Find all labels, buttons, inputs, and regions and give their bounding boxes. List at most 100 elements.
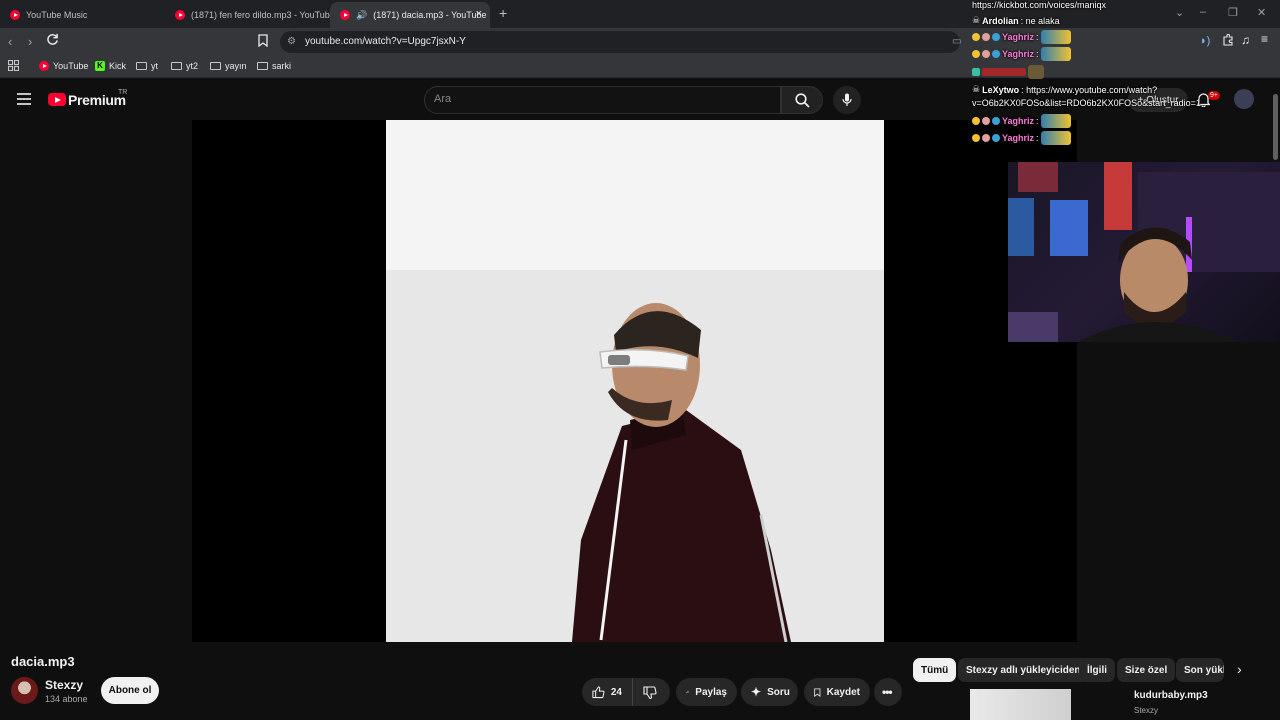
folder-icon	[136, 62, 147, 70]
like-button[interactable]: 24	[582, 678, 632, 706]
cast-icon[interactable]: ▭	[952, 36, 961, 47]
bookmark-folder-yt[interactable]: yt	[136, 61, 158, 71]
badge-icon	[972, 134, 980, 142]
chat-message: ☠ LeXytwo : https://www.youtube.com/watc…	[972, 84, 1157, 95]
redacted-nick	[982, 68, 1026, 76]
bookmark-label: yayın	[225, 61, 247, 71]
bookmark-folder-sarki[interactable]: sarki	[257, 61, 291, 71]
chat-message: Yaghriz :	[972, 114, 1071, 128]
speaker-icon: 🔊	[356, 9, 368, 20]
more-actions-button[interactable]: •••	[874, 678, 902, 706]
guide-menu-icon[interactable]	[17, 93, 31, 105]
more-icon: •••	[882, 685, 893, 699]
chat-text: :	[1036, 32, 1039, 42]
bookmark-label: yt2	[186, 61, 199, 71]
new-tab-button[interactable]: +	[499, 5, 507, 21]
chat-text: v=O6b2KX0FOSo&list=RDO6b2KX0FOSo&start_r…	[972, 98, 1201, 108]
chat-text: :	[1036, 116, 1039, 126]
subscribe-button[interactable]: Abone ol	[101, 677, 159, 704]
chat-message: Yaghriz :	[972, 131, 1071, 145]
media-control-icon[interactable]: ♫	[1241, 33, 1250, 47]
chat-message	[972, 65, 1044, 79]
search-icon	[795, 93, 810, 108]
badge-icon	[982, 117, 990, 125]
bookmark-label: sarki	[272, 61, 292, 71]
badge-icon	[992, 33, 1000, 41]
recommended-video-channel: Stexzy	[1134, 706, 1159, 715]
like-count: 24	[610, 686, 622, 698]
emote-icon	[1040, 30, 1071, 44]
badge-icon	[982, 33, 990, 41]
search-input[interactable]	[424, 86, 781, 114]
badge-icon	[992, 50, 1000, 58]
scrollbar-thumb[interactable]	[1273, 94, 1278, 160]
ask-button[interactable]: ✦ Soru	[741, 678, 798, 706]
chat-text: : https://www.youtube.com/watch?	[1021, 84, 1158, 95]
folder-icon	[210, 62, 221, 70]
bookmark-kick[interactable]: K Kick	[95, 61, 126, 71]
chat-nick: LeXytwo	[982, 84, 1020, 95]
chip-from-uploader[interactable]: Stexzy adlı yükleyiciden	[958, 658, 1089, 682]
chat-nick: Yaghriz	[1002, 133, 1035, 143]
chat-nick: Yaghriz	[1002, 116, 1035, 126]
chat-text: https://kickbot.com/voices/maniqx	[972, 0, 1107, 10]
chat-nick: Ardolian	[982, 15, 1019, 26]
badge-icon	[972, 117, 980, 125]
bookmark-folder-yt2[interactable]: yt2	[171, 61, 198, 71]
reload-icon[interactable]	[46, 33, 59, 46]
channel-avatar[interactable]	[11, 677, 38, 704]
apps-grid-icon[interactable]	[8, 60, 19, 71]
video-title: dacia.mp3	[11, 654, 75, 669]
search-button[interactable]	[781, 86, 823, 114]
chat-nick: Yaghriz	[1002, 49, 1035, 59]
account-avatar[interactable]	[1234, 89, 1254, 109]
like-icon	[592, 685, 605, 698]
recommended-video-thumbnail[interactable]	[970, 689, 1071, 720]
emote-icon	[1040, 47, 1071, 61]
save-button[interactable]: Kaydet	[804, 678, 870, 706]
youtube-music-icon	[10, 10, 20, 20]
chat-text: :	[1036, 133, 1039, 143]
bookmark-youtube[interactable]: YouTube	[39, 61, 88, 71]
close-window-icon[interactable]: ✕	[1257, 6, 1266, 19]
youtube-icon	[340, 10, 350, 20]
voice-search-button[interactable]	[833, 86, 861, 114]
bookmark-label: Kick	[109, 61, 127, 71]
subscriber-count: 134 abone	[45, 694, 88, 704]
chips-next-icon[interactable]: ›	[1237, 661, 1242, 677]
chat-message: https://kickbot.com/voices/maniqx	[972, 0, 1106, 10]
video-artwork[interactable]	[386, 120, 884, 642]
webcam-feed-image	[1008, 162, 1280, 342]
bookmark-icon[interactable]	[258, 34, 268, 47]
tab-dacia[interactable]: 🔊 (1871) dacia.mp3 - YouTube ×	[330, 2, 490, 28]
tab-youtube-music[interactable]: YouTube Music	[0, 2, 165, 28]
recommended-video-title[interactable]: kudurbaby.mp3	[1134, 690, 1208, 701]
chat-text: : ne alaka	[1020, 15, 1060, 26]
chat-text: :	[1036, 49, 1039, 59]
dislike-button[interactable]	[632, 678, 670, 706]
save-icon	[814, 687, 821, 697]
chip-for-you[interactable]: Size özel	[1117, 658, 1176, 682]
dislike-icon	[643, 685, 657, 699]
chip-related[interactable]: İlgili	[1079, 658, 1115, 682]
url-text[interactable]: youtube.com/watch?v=Upgc7jsxN-Y	[305, 36, 466, 47]
folder-icon	[257, 62, 268, 70]
youtube-logo-icon[interactable]	[48, 93, 66, 106]
share-icon	[686, 690, 690, 694]
emote-icon	[1040, 114, 1071, 128]
bookmark-folder-yayin[interactable]: yayın	[210, 61, 247, 71]
tab-close-icon[interactable]: ×	[476, 8, 482, 20]
share-button[interactable]: Paylaş	[676, 678, 737, 706]
menu-icon[interactable]: ≡	[1261, 32, 1268, 46]
back-icon[interactable]: ‹	[8, 34, 12, 49]
tab-fen-fero[interactable]: (1871) fen fero dildo.mp3 - YouTube	[165, 2, 330, 28]
ask-label: Soru	[767, 686, 790, 698]
forward-icon[interactable]: ›	[28, 34, 32, 49]
chat-nick: Yaghriz	[1002, 32, 1035, 42]
chip-all[interactable]: Tümü	[913, 658, 957, 682]
youtube-icon	[39, 61, 49, 71]
chip-recently-uploaded[interactable]: Son yükle	[1176, 658, 1224, 682]
channel-name[interactable]: Stexzy	[45, 678, 83, 692]
site-info-icon[interactable]: ⚙	[287, 36, 296, 47]
chat-message: Yaghriz :	[972, 30, 1071, 44]
